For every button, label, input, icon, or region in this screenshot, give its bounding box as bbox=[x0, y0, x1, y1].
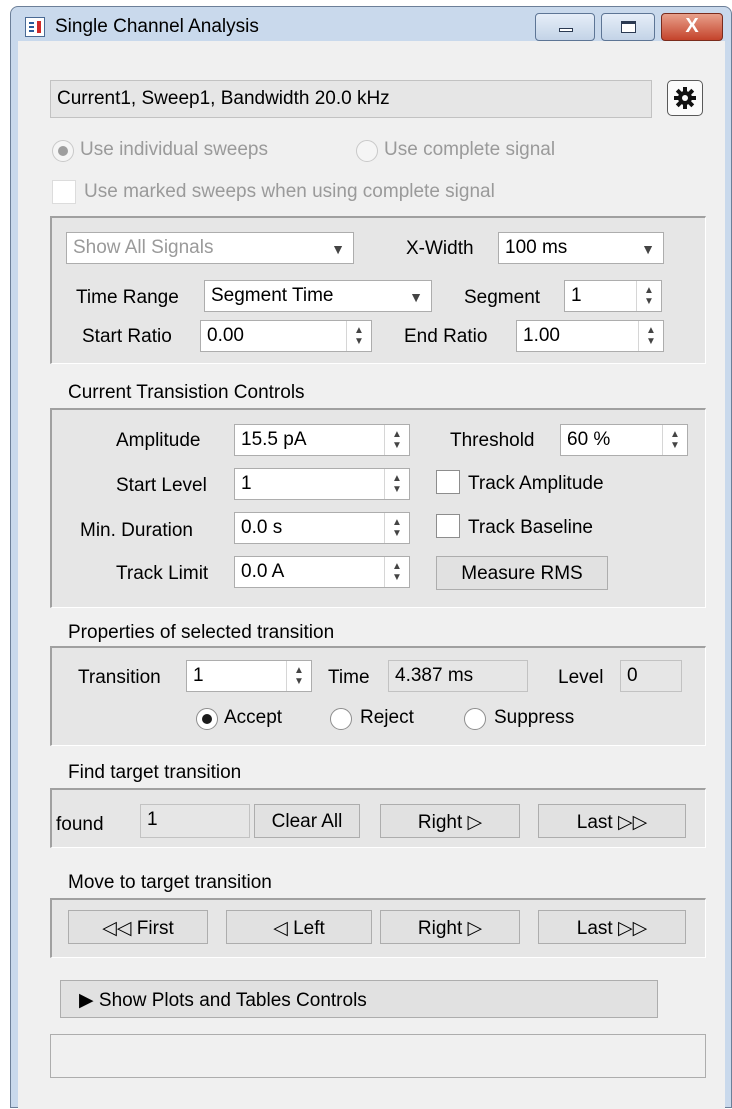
reject-radio[interactable] bbox=[330, 708, 352, 730]
window-title: Single Channel Analysis bbox=[55, 16, 259, 37]
time-range-label: Time Range bbox=[76, 287, 179, 308]
time-range-dropdown[interactable]: Segment Time ▼ bbox=[204, 280, 432, 312]
individual-sweeps-radio[interactable] bbox=[52, 140, 74, 162]
chevron-down-icon: ▼ bbox=[409, 289, 423, 305]
transition-spinbox[interactable]: 1 ▲ ▼ bbox=[186, 660, 312, 692]
accept-radio[interactable] bbox=[196, 708, 218, 730]
status-bar bbox=[50, 1034, 706, 1078]
track-limit-label: Track Limit bbox=[116, 563, 209, 584]
found-label: found bbox=[56, 814, 104, 835]
found-field: 1 bbox=[140, 804, 250, 838]
reject-label: Reject bbox=[360, 707, 414, 728]
amplitude-value: 15.5 pA bbox=[241, 429, 307, 450]
track-baseline-label: Track Baseline bbox=[468, 517, 593, 538]
maximize-button[interactable] bbox=[601, 13, 655, 41]
start-ratio-value: 0.00 bbox=[207, 325, 244, 346]
move-heading: Move to target transition bbox=[68, 872, 272, 893]
xwidth-label: X-Width bbox=[406, 238, 474, 259]
suppress-radio[interactable] bbox=[464, 708, 486, 730]
time-field: 4.387 ms bbox=[388, 660, 528, 692]
maximize-icon bbox=[621, 21, 636, 33]
xwidth-dropdown[interactable]: 100 ms ▼ bbox=[498, 232, 664, 264]
move-left-button[interactable]: ◁ Left bbox=[226, 910, 372, 944]
amplitude-spinbox[interactable]: 15.5 pA ▲ ▼ bbox=[234, 424, 410, 456]
minimize-icon bbox=[559, 28, 573, 32]
chevron-down-icon: ▼ bbox=[331, 241, 345, 257]
track-amplitude-checkbox[interactable] bbox=[436, 470, 460, 494]
spin-arrows-icon[interactable]: ▲ ▼ bbox=[384, 469, 409, 499]
xwidth-value: 100 ms bbox=[505, 237, 568, 258]
find-last-button[interactable]: Last ▷▷ bbox=[538, 804, 686, 838]
chevron-down-icon: ▼ bbox=[641, 241, 655, 257]
start-level-label: Start Level bbox=[116, 475, 207, 496]
segment-value: 1 bbox=[571, 285, 582, 306]
time-range-value: Segment Time bbox=[211, 285, 334, 306]
amplitude-label: Amplitude bbox=[116, 430, 201, 451]
segment-label: Segment bbox=[464, 287, 541, 308]
end-ratio-spinbox[interactable]: 1.00 ▲ ▼ bbox=[516, 320, 664, 352]
spin-arrows-icon[interactable]: ▲ ▼ bbox=[384, 557, 409, 587]
transition-value: 1 bbox=[193, 665, 204, 686]
threshold-spinbox[interactable]: 60 % ▲ ▼ bbox=[560, 424, 688, 456]
start-level-spinbox[interactable]: 1 ▲ ▼ bbox=[234, 468, 410, 500]
title-bar[interactable]: Single Channel Analysis X bbox=[11, 7, 731, 41]
move-last-button[interactable]: Last ▷▷ bbox=[538, 910, 686, 944]
settings-button[interactable] bbox=[667, 80, 703, 116]
threshold-value: 60 % bbox=[567, 429, 611, 450]
close-icon: X bbox=[685, 15, 699, 37]
track-baseline-checkbox[interactable] bbox=[436, 514, 460, 538]
level-label: Level bbox=[558, 667, 604, 688]
level-field: 0 bbox=[620, 660, 682, 692]
segment-spinbox[interactable]: 1 ▲ ▼ bbox=[564, 280, 662, 312]
end-ratio-label: End Ratio bbox=[404, 326, 488, 347]
minimize-button[interactable] bbox=[535, 13, 595, 41]
marked-sweeps-label: Use marked sweeps when using complete si… bbox=[84, 181, 495, 202]
transition-label: Transition bbox=[78, 667, 161, 688]
track-limit-spinbox[interactable]: 0.0 A ▲ ▼ bbox=[234, 556, 410, 588]
properties-panel bbox=[50, 646, 706, 746]
marked-sweeps-checkbox[interactable] bbox=[52, 180, 76, 204]
spin-arrows-icon[interactable]: ▲ ▼ bbox=[638, 321, 663, 351]
spin-arrows-icon[interactable]: ▲ ▼ bbox=[662, 425, 687, 455]
close-button[interactable]: X bbox=[661, 13, 723, 41]
individual-sweeps-label: Use individual sweeps bbox=[80, 139, 268, 160]
show-plots-tables-toggle[interactable]: ▶ Show Plots and Tables Controls bbox=[60, 980, 658, 1018]
spin-arrows-icon[interactable]: ▲ ▼ bbox=[346, 321, 371, 351]
find-right-button[interactable]: Right ▷ bbox=[380, 804, 520, 838]
start-ratio-label: Start Ratio bbox=[82, 326, 172, 347]
accept-label: Accept bbox=[224, 707, 283, 728]
complete-signal-radio[interactable] bbox=[356, 140, 378, 162]
move-first-button[interactable]: ◁◁ First bbox=[68, 910, 208, 944]
min-duration-value: 0.0 s bbox=[241, 517, 283, 538]
show-signals-dropdown[interactable]: Show All Signals ▼ bbox=[66, 232, 354, 264]
gear-icon bbox=[674, 87, 696, 109]
clear-all-button[interactable]: Clear All bbox=[254, 804, 360, 838]
show-signals-value: Show All Signals bbox=[73, 237, 214, 258]
min-duration-label: Min. Duration bbox=[80, 520, 193, 541]
spin-arrows-icon[interactable]: ▲ ▼ bbox=[286, 661, 311, 691]
start-ratio-spinbox[interactable]: 0.00 ▲ ▼ bbox=[200, 320, 372, 352]
time-label: Time bbox=[328, 667, 370, 688]
min-duration-spinbox[interactable]: 0.0 s ▲ ▼ bbox=[234, 512, 410, 544]
threshold-label: Threshold bbox=[450, 430, 535, 451]
transition-controls-heading: Current Transistion Controls bbox=[68, 382, 305, 403]
properties-heading: Properties of selected transition bbox=[68, 622, 335, 643]
complete-signal-label: Use complete signal bbox=[384, 139, 556, 160]
info-field: Current1, Sweep1, Bandwidth 20.0 kHz bbox=[50, 80, 652, 118]
spin-arrows-icon[interactable]: ▲ ▼ bbox=[636, 281, 661, 311]
measure-rms-button[interactable]: Measure RMS bbox=[436, 556, 608, 590]
track-amplitude-label: Track Amplitude bbox=[468, 473, 604, 494]
suppress-label: Suppress bbox=[494, 707, 575, 728]
move-right-button[interactable]: Right ▷ bbox=[380, 910, 520, 944]
spin-arrows-icon[interactable]: ▲ ▼ bbox=[384, 513, 409, 543]
start-level-value: 1 bbox=[241, 473, 252, 494]
app-icon bbox=[25, 17, 45, 37]
end-ratio-value: 1.00 bbox=[523, 325, 560, 346]
find-heading: Find target transition bbox=[68, 762, 242, 783]
spin-arrows-icon[interactable]: ▲ ▼ bbox=[384, 425, 409, 455]
track-limit-value: 0.0 A bbox=[241, 561, 285, 582]
